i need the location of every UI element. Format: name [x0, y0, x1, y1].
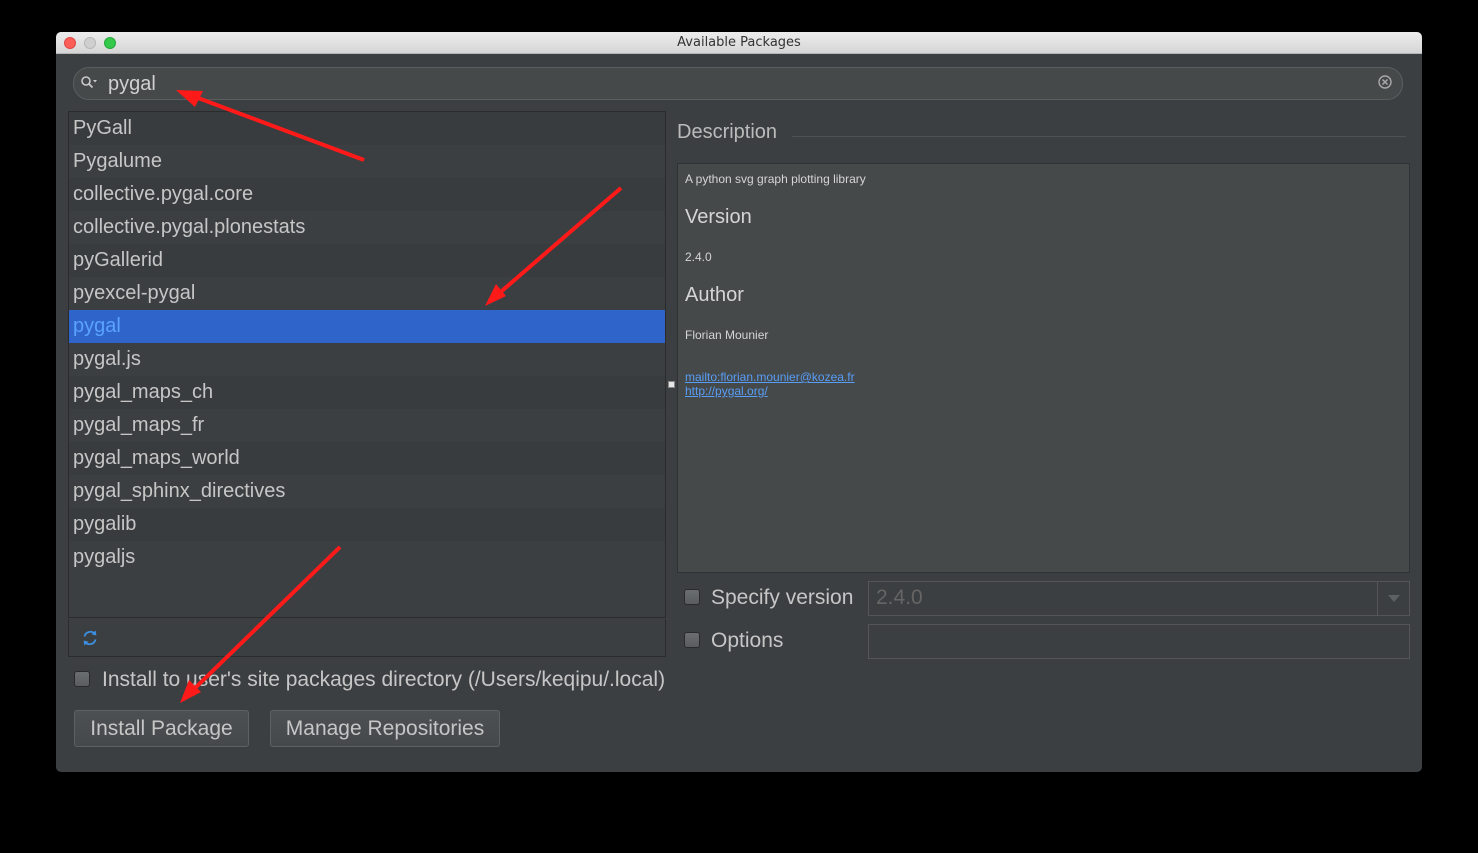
clear-search-icon[interactable] [1378, 75, 1392, 89]
package-list-item[interactable]: collective.pygal.core [69, 178, 665, 211]
package-list-item[interactable]: pygal_maps_world [69, 442, 665, 475]
panel-splitter-handle[interactable] [668, 381, 675, 388]
options-label: Options [711, 629, 784, 652]
package-list-item[interactable]: pygal_maps_ch [69, 376, 665, 409]
options-input[interactable] [868, 624, 1410, 659]
specify-version-checkbox[interactable] [684, 589, 700, 605]
title-bar: Available Packages [56, 32, 1422, 54]
package-list-item[interactable]: collective.pygal.plonestats [69, 211, 665, 244]
package-list-item[interactable]: Pygalume [69, 145, 665, 178]
author-email-link[interactable]: mailto:florian.mounier@kozea.fr [685, 370, 855, 384]
package-list-item[interactable]: pygal_sphinx_directives [69, 475, 665, 508]
author-heading: Author [685, 284, 744, 306]
install-user-label: Install to user's site packages director… [102, 668, 666, 691]
package-list-item[interactable]: pygal [69, 310, 665, 343]
install-user-checkbox[interactable] [74, 671, 90, 687]
author-value: Florian Mounier [685, 328, 769, 342]
version-value: 2.4.0 [685, 250, 712, 264]
chevron-down-icon [1388, 595, 1400, 602]
version-heading: Version [685, 206, 752, 228]
homepage-link[interactable]: http://pygal.org/ [685, 384, 768, 398]
package-list-item[interactable]: pyexcel-pygal [69, 277, 665, 310]
specify-version-label: Specify version [711, 586, 854, 609]
options-checkbox[interactable] [684, 632, 700, 648]
package-list-item[interactable]: pygal.js [69, 343, 665, 376]
version-dropdown-button[interactable] [1377, 582, 1409, 615]
description-separator [792, 136, 1406, 137]
search-icon[interactable] [80, 75, 98, 91]
description-heading: Description [677, 121, 778, 143]
package-list[interactable]: PyGall Pygalume collective.pygal.core colle… [68, 111, 666, 618]
search-field[interactable] [73, 67, 1403, 100]
package-summary: A python svg graph plotting library [685, 172, 866, 186]
search-input[interactable] [106, 71, 1370, 97]
package-list-toolbar [68, 619, 666, 657]
package-list-item[interactable]: pygaljs [69, 541, 665, 574]
package-list-item[interactable]: pygal_maps_fr [69, 409, 665, 442]
version-select-value: 2.4.0 [876, 586, 923, 609]
available-packages-dialog: Available Packages PyGallPygalumecollect… [56, 32, 1422, 772]
package-list-item[interactable]: pygalib [69, 508, 665, 541]
install-package-button[interactable]: Install Package [74, 710, 249, 747]
version-select[interactable]: 2.4.0 [868, 581, 1410, 616]
package-list-item[interactable]: PyGall [69, 112, 665, 145]
manage-repositories-button[interactable]: Manage Repositories [270, 710, 500, 747]
description-panel: A python svg graph plotting library Vers… [677, 163, 1410, 573]
window-title: Available Packages [677, 35, 801, 50]
package-list-item[interactable]: pyGallerid [69, 244, 665, 277]
refresh-icon[interactable] [81, 629, 99, 647]
